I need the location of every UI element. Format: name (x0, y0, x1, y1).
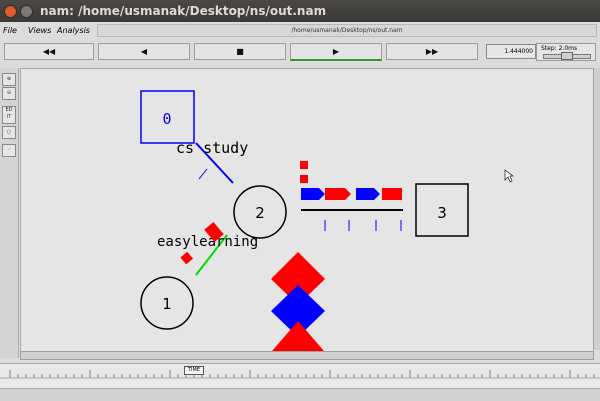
step-label: Step: 2.0ms (541, 45, 578, 52)
file-path: /home/usmanak/Desktop/ns/out.nam (97, 24, 597, 37)
packet-blue (301, 188, 325, 200)
zoom-out-icon[interactable]: ⊖ (2, 87, 16, 100)
link-0-2-packet-tick (198, 168, 208, 180)
window-title: nam: /home/usmanak/Desktop/ns/out.nam (40, 4, 327, 18)
dropped-packet (300, 175, 308, 183)
tool-sidebar: ⊕ ⊖ ED IT ○ ◦ (0, 68, 19, 358)
step-control: Step: 2.0ms (536, 43, 596, 61)
close-window-button[interactable] (4, 5, 17, 18)
status-bar (0, 388, 600, 401)
horizontal-scrollbar[interactable] (20, 351, 594, 360)
menu-file[interactable]: File (3, 26, 17, 35)
node-3-label: 3 (437, 204, 447, 222)
current-time: 1.444000 (486, 44, 536, 59)
edit-icon[interactable]: ED IT (2, 106, 16, 124)
menu-views[interactable]: Views (28, 26, 51, 35)
dropped-packet (300, 161, 308, 169)
step-slider-knob[interactable] (561, 52, 573, 60)
packet-red (382, 188, 402, 200)
packet-blue (356, 188, 380, 200)
packet (180, 251, 194, 265)
play-button[interactable]: ▶ (290, 43, 382, 61)
mouse-pointer-icon (504, 168, 515, 187)
fast-forward-button[interactable]: ▶▶ (386, 43, 478, 60)
annotation-cs-study: cs study (176, 139, 248, 157)
node-2-label: 2 (255, 204, 265, 222)
timeline-ticks (0, 370, 600, 379)
window-buttons (4, 5, 33, 18)
node-0-label: 0 (162, 110, 171, 128)
time-slider[interactable] (0, 363, 600, 388)
node-1-label: 1 (162, 295, 172, 313)
step-back-button[interactable]: ◀ (98, 43, 190, 60)
dropped-packet-diamond (272, 321, 324, 351)
packet-red (325, 188, 351, 200)
network-topology: 0 2 1 3 cs study easylearning (140, 90, 469, 351)
window-titlebar: nam: /home/usmanak/Desktop/ns/out.nam (0, 0, 600, 22)
menu-analysis[interactable]: Analysis (57, 26, 90, 35)
network-canvas[interactable]: 0 2 1 3 cs study easylearning (20, 68, 594, 352)
record-icon[interactable]: ○ (2, 126, 16, 139)
rewind-button[interactable]: ◀◀ (4, 43, 94, 60)
monitor-icon[interactable]: ◦ (2, 144, 16, 157)
annotation-easylearning: easylearning (157, 234, 258, 250)
stop-button[interactable]: ■ (194, 43, 286, 60)
vertical-scrollbar[interactable] (593, 68, 600, 350)
minimize-window-button[interactable] (20, 5, 33, 18)
zoom-in-icon[interactable]: ⊕ (2, 73, 16, 86)
time-marker[interactable]: TIME (184, 366, 204, 375)
